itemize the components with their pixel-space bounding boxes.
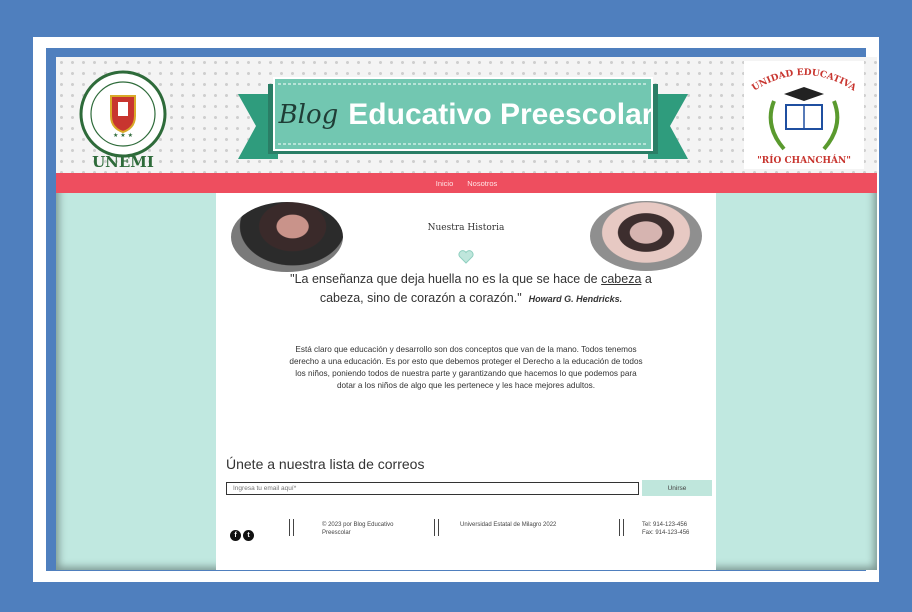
blog-subtitle: Educativo Preescolar: [348, 98, 654, 131]
nav-item-nosotros[interactable]: Nosotros: [467, 179, 497, 188]
footer-fax: Fax: 914-123-456: [642, 530, 690, 536]
mailing-title: Únete a nuestra lista de correos: [226, 456, 425, 472]
copyright-line2: Preescolar: [322, 530, 351, 536]
web-page: ★ ★ ★ UNEMI Blog Educativo Preescolar UN…: [56, 57, 877, 570]
footer-separator: [434, 519, 439, 536]
section-title: Nuestra Historia: [427, 223, 505, 233]
content-panel: Nuestra Historia "La enseñanza que deja …: [216, 193, 716, 570]
main-nav: Inicio Nosotros: [56, 173, 877, 193]
footer-university: Universidad Estatal de Milagro 2022: [460, 522, 557, 528]
footer-tel: Tel: 914-123-456: [642, 522, 688, 528]
nav-item-inicio[interactable]: Inicio: [436, 179, 454, 188]
quote-part1: "La enseñanza que deja huella no es la q…: [290, 272, 602, 286]
quote-text: "La enseñanza que deja huella no es la q…: [276, 270, 666, 309]
logo-right-bottom-text: "RÍO CHANCHÁN": [757, 154, 851, 166]
footer-copyright: © 2023 por Blog Educativo Preescolar: [322, 521, 393, 537]
email-input[interactable]: [226, 482, 639, 495]
facebook-icon[interactable]: f: [230, 530, 241, 541]
footer-contact: Tel: 914-123-456 Fax: 914-123-456: [642, 521, 689, 537]
copyright-line1: © 2023 por Blog Educativo: [322, 522, 394, 528]
footer-separator: [619, 519, 624, 536]
profile-photo-left: [231, 202, 343, 272]
svg-text:★ ★ ★: ★ ★ ★: [113, 132, 133, 139]
heart-icon: [458, 250, 474, 264]
school-logo: UNIDAD EDUCATIVA "RÍO CHANCHÁN": [744, 61, 864, 169]
university-logo: ★ ★ ★ UNEMI: [79, 70, 167, 170]
profile-photo-right: [590, 201, 702, 271]
site-header: ★ ★ ★ UNEMI Blog Educativo Preescolar UN…: [56, 57, 877, 173]
unemi-text: UNEMI: [92, 153, 154, 170]
blog-title: Blog Educativo Preescolar: [276, 95, 656, 135]
footer-separator: [289, 519, 294, 536]
blog-word: Blog: [278, 100, 339, 130]
quote-underlined: cabeza: [601, 272, 642, 286]
quote-author: Howard G. Hendricks.: [528, 294, 623, 304]
join-button[interactable]: Unirse: [642, 480, 712, 496]
twitter-icon[interactable]: t: [243, 530, 254, 541]
body-paragraph: Está claro que educación y desarrollo so…: [289, 345, 643, 390]
